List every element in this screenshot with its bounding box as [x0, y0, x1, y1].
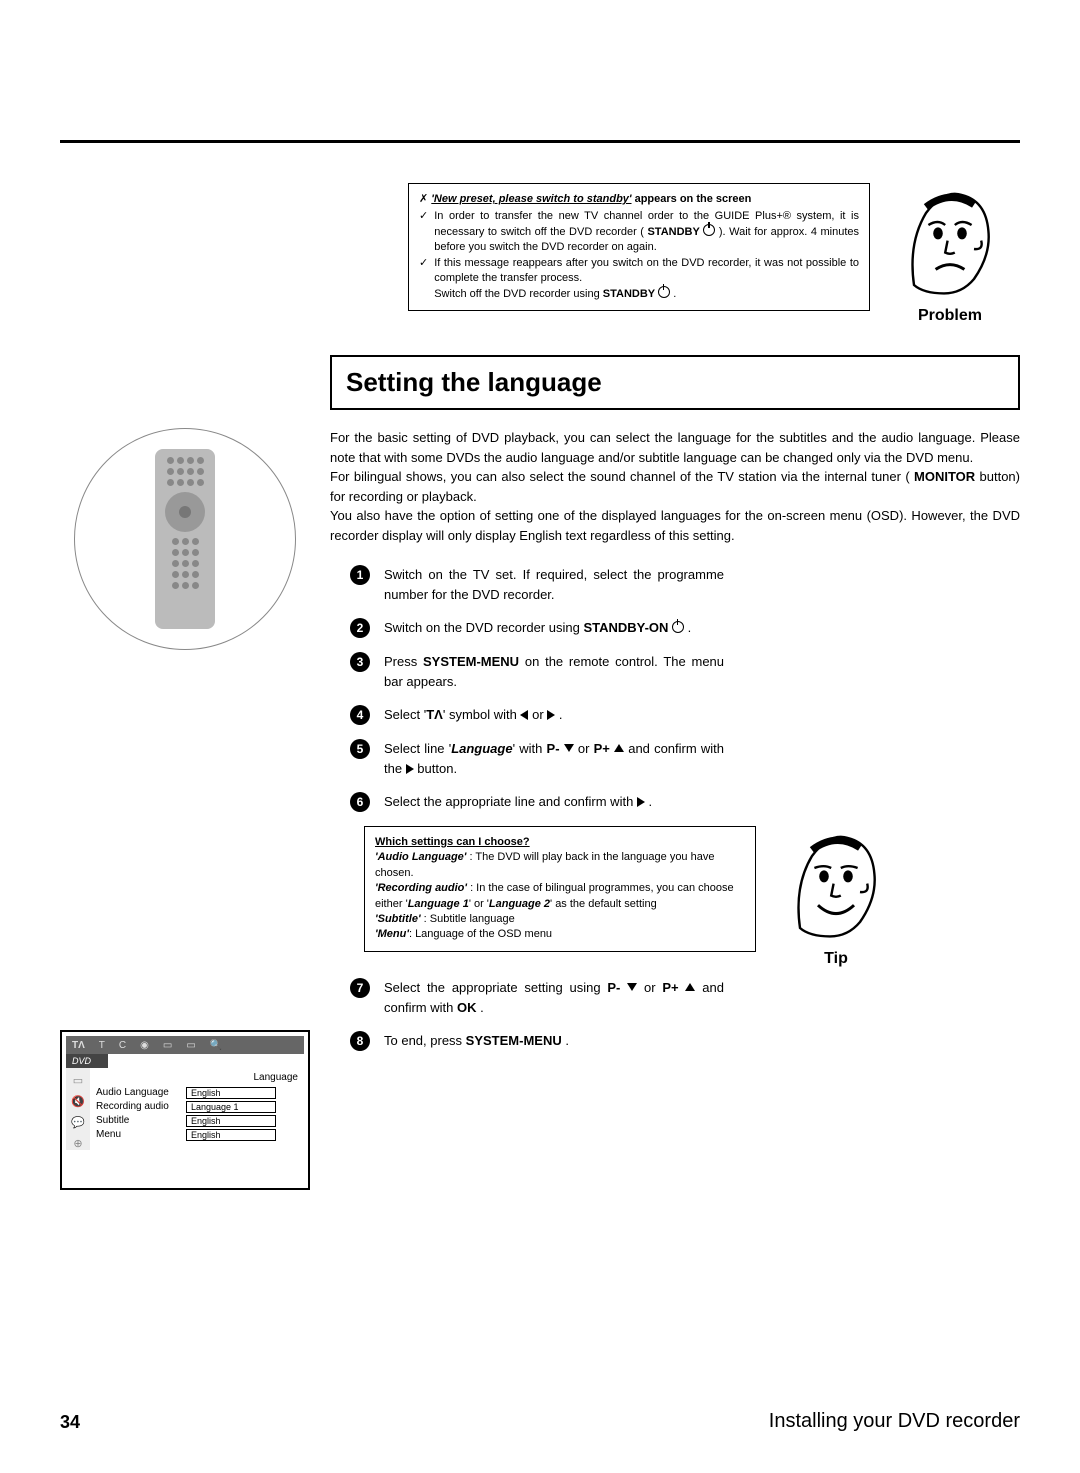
up-icon	[685, 983, 695, 991]
step-badge: 7	[350, 978, 370, 998]
down-icon	[627, 983, 637, 991]
power-icon	[658, 286, 670, 298]
check-icon: ✓	[419, 256, 428, 302]
osd-dvd-badge: DVD	[66, 1054, 108, 1068]
smile-face-icon	[776, 826, 896, 946]
right-icon	[547, 710, 555, 720]
problem-box: ✗ 'New preset, please switch to standby'…	[408, 183, 870, 311]
step-badge: 4	[350, 705, 370, 725]
power-icon	[703, 224, 715, 236]
right-icon	[406, 764, 414, 774]
step-badge: 6	[350, 792, 370, 812]
step-5: 5 Select line 'Language' with P- or P+ a…	[350, 739, 1020, 778]
step-3: 3 Press SYSTEM-MENU on the remote contro…	[350, 652, 1020, 691]
osd-row: Menu English	[96, 1129, 298, 1141]
osd-heading: Language	[96, 1072, 298, 1083]
tool-icon: TΛ	[426, 707, 443, 722]
problem-check2: If this message reappears after you swit…	[434, 256, 859, 302]
osd-tab-bar: TΛ T C ◉ ▭ ▭ 🔍	[66, 1036, 304, 1054]
up-icon	[614, 744, 624, 752]
page-number: 34	[60, 1412, 80, 1433]
step-badge: 5	[350, 739, 370, 759]
problem-title-a: 'New preset, please switch to standby'	[431, 193, 631, 205]
osd-row: Subtitle English	[96, 1115, 298, 1127]
problem-face-col: Problem	[880, 183, 1020, 325]
footer-title: Installing your DVD recorder	[769, 1410, 1020, 1433]
page-footer: 34 Installing your DVD recorder	[60, 1410, 1020, 1433]
problem-title-b: appears on the screen	[632, 193, 752, 205]
check-icon: ✓	[419, 209, 428, 255]
tip-title: Which settings can I choose?	[375, 835, 745, 850]
tip-box: Which settings can I choose? 'Audio Lang…	[364, 826, 756, 952]
top-rule	[60, 140, 1020, 143]
step-7: 7 Select the appropriate setting using P…	[350, 978, 1020, 1017]
right-icon	[637, 797, 645, 807]
step-1: 1 Switch on the TV set. If required, sel…	[350, 565, 1020, 604]
osd-screenshot: TΛ T C ◉ ▭ ▭ 🔍 DVD ▭ 🔇 💬 ⊕	[60, 1030, 310, 1190]
problem-row: ✗ 'New preset, please switch to standby'…	[60, 183, 1020, 325]
step-badge: 3	[350, 652, 370, 672]
osd-row: Audio Language English	[96, 1087, 298, 1099]
cross-icon: ✗	[419, 193, 428, 205]
tip-face-col: Tip	[766, 826, 906, 968]
step-8: 8 To end, press SYSTEM-MENU .	[350, 1031, 1020, 1051]
problem-check1: In order to transfer the new TV channel …	[434, 209, 859, 255]
step-6: 6 Select the appropriate line and confir…	[350, 792, 1020, 812]
osd-row: Recording audio Language 1	[96, 1101, 298, 1113]
frown-face-icon	[890, 183, 1010, 303]
remote-illustration	[74, 428, 296, 650]
section-title: Setting the language	[346, 367, 1004, 398]
down-icon	[564, 744, 574, 752]
tip-row: Which settings can I choose? 'Audio Lang…	[364, 826, 1020, 968]
problem-label: Problem	[918, 307, 982, 325]
step-badge: 8	[350, 1031, 370, 1051]
osd-side-icons: ▭ 🔇 💬 ⊕	[66, 1068, 90, 1150]
step-badge: 2	[350, 618, 370, 638]
tip-label: Tip	[824, 950, 848, 968]
step-2: 2 Switch on the DVD recorder using STAND…	[350, 618, 1020, 638]
power-icon	[672, 621, 684, 633]
step-4: 4 Select 'TΛ' symbol with or .	[350, 705, 1020, 725]
section-title-box: Setting the language	[330, 355, 1020, 410]
intro-paragraphs: For the basic setting of DVD playback, y…	[330, 428, 1020, 545]
step-badge: 1	[350, 565, 370, 585]
